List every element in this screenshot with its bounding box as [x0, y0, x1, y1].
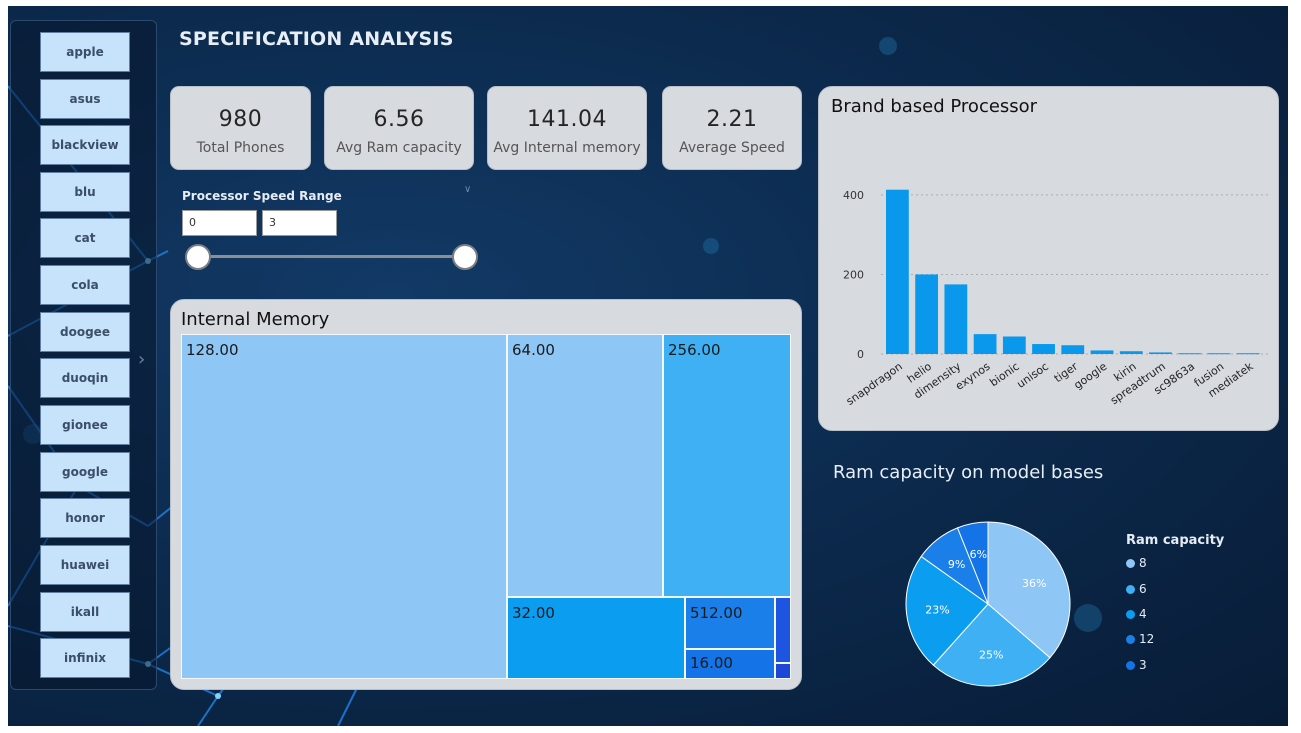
brand-button-cat[interactable]: cat [40, 218, 130, 258]
legend-dot [1126, 660, 1135, 670]
legend-item[interactable]: 6 [1126, 582, 1147, 596]
kpi-value: 980 [218, 107, 263, 132]
brand-button-gionee[interactable]: gionee [40, 405, 130, 445]
treemap-tile-16[interactable]: 16.00 [685, 649, 775, 679]
bar-unisoc[interactable] [1032, 344, 1055, 354]
chevron-right-icon[interactable]: › [138, 349, 145, 370]
legend-item[interactable]: 8 [1126, 556, 1147, 570]
internal-memory-treemap: 128.00 64.00 256.00 32.00 512.00 16.00 [181, 334, 791, 679]
bar-exynos[interactable] [973, 334, 997, 354]
kpi-label: Average Speed [679, 140, 785, 156]
ram-capacity-pie: 36% 25% 23% 9% 6% [905, 521, 1071, 687]
tile-label: 512.00 [690, 604, 743, 622]
brand-button-ikall[interactable]: ikall [40, 592, 130, 632]
internal-memory-title: Internal Memory [181, 309, 330, 330]
brand-processor-chart: 0200400snapdragon heliodimensityexynosbio… [843, 189, 1269, 408]
kpi-card-average-speed: 2.21 Average Speed [662, 86, 802, 170]
brand-button-blackview[interactable]: blackview [40, 125, 130, 165]
brand-button-cola[interactable]: cola [40, 265, 130, 305]
tile-label: 32.00 [512, 604, 555, 622]
y-tick-label: 0 [857, 348, 864, 361]
legend-dot [1126, 609, 1135, 619]
legend-item[interactable]: 12 [1126, 632, 1154, 646]
y-tick-label: 200 [843, 268, 864, 281]
brand-button-duoqin[interactable]: duoqin [40, 358, 130, 398]
brand-button-doogee[interactable]: doogee [40, 312, 130, 352]
ram-pie-title: Ram capacity on model bases [833, 462, 1104, 483]
kpi-value: 141.04 [527, 107, 607, 132]
bar-fusion[interactable] [1207, 353, 1231, 355]
page-title: SPECIFICATION ANALYSIS [179, 28, 454, 50]
tile-label: 256.00 [668, 341, 721, 359]
tile-label: 16.00 [690, 654, 733, 672]
legend-item[interactable]: 3 [1126, 658, 1147, 672]
brand-button-asus[interactable]: asus [40, 79, 130, 119]
kpi-value: 6.56 [373, 107, 425, 132]
treemap-tile-64[interactable]: 64.00 [507, 334, 663, 597]
x-tick-label: google [1071, 360, 1109, 392]
treemap-tile-256[interactable]: 256.00 [663, 334, 791, 597]
x-tick-label: snapdragon [844, 360, 905, 408]
kpi-card-avg-ram: 6.56 Avg Ram capacity [324, 86, 474, 170]
kpi-label: Avg Internal memory [493, 140, 641, 156]
kpi-card-avg-internal-memory: 141.04 Avg Internal memory [487, 86, 647, 170]
range-max-input[interactable]: 3 [262, 210, 337, 236]
y-tick-label: 400 [843, 189, 864, 202]
brand-slicer: apple asus blackview blu cat cola doogee… [10, 20, 157, 690]
dashboard-canvas: apple asus blackview blu cat cola doogee… [8, 6, 1288, 726]
bar-tiger[interactable] [1061, 345, 1085, 354]
x-tick-label: unisoc [1014, 360, 1051, 391]
kpi-value: 2.21 [706, 107, 758, 132]
tile-label: 64.00 [512, 341, 555, 359]
kpi-card-total-phones: 980 Total Phones [170, 86, 311, 170]
bar-snapdragon[interactable] [886, 189, 909, 354]
brand-button-blu[interactable]: blu [40, 172, 130, 212]
legend-item[interactable]: 4 [1126, 607, 1147, 621]
pie-slice-label: 36% [1022, 577, 1046, 590]
pie-slice-label: 25% [979, 649, 1003, 662]
pie-slice-label: 9% [948, 558, 965, 571]
legend-dot [1126, 584, 1135, 594]
chevron-down-icon[interactable]: ∨ [464, 184, 471, 195]
brand-button-google[interactable]: google [40, 452, 130, 492]
kpi-label: Total Phones [196, 140, 285, 156]
legend-label: 6 [1139, 582, 1147, 596]
range-max-handle[interactable] [452, 244, 478, 270]
bar-dimensity[interactable] [944, 284, 968, 354]
bar-google[interactable] [1090, 350, 1114, 354]
bar-kirin[interactable] [1119, 351, 1143, 354]
range-min-handle[interactable] [185, 244, 211, 270]
treemap-tile-small-a[interactable] [775, 597, 791, 663]
legend-label: 12 [1139, 632, 1155, 646]
treemap-tile-128[interactable]: 128.00 [181, 334, 507, 679]
brand-button-apple[interactable]: apple [40, 32, 130, 72]
bar-sc9863a[interactable] [1178, 353, 1202, 355]
brand-button-huawei[interactable]: huawei [40, 545, 130, 585]
kpi-label: Avg Ram capacity [336, 140, 462, 156]
brand-button-infinix[interactable]: infinix [40, 638, 130, 678]
pie-slice-label: 23% [925, 604, 949, 617]
tile-label: 128.00 [186, 341, 239, 359]
treemap-tile-512[interactable]: 512.00 [685, 597, 775, 649]
treemap-tile-32[interactable]: 32.00 [507, 597, 685, 679]
pie-slice-label: 6% [970, 548, 987, 561]
legend-label: 3 [1139, 658, 1147, 672]
legend-title: Ram capacity [1126, 533, 1225, 548]
brand-button-honor[interactable]: honor [40, 498, 130, 538]
bar-bionic[interactable] [1002, 336, 1026, 354]
range-min-input[interactable]: 0 [182, 210, 257, 236]
speed-range-title: Processor Speed Range [182, 189, 342, 203]
legend-dot [1126, 634, 1135, 644]
bar-mediatek[interactable] [1236, 353, 1260, 355]
bar-helio[interactable] [915, 274, 939, 354]
legend-label: 8 [1139, 556, 1147, 570]
legend-label: 4 [1139, 607, 1147, 621]
legend-dot [1126, 558, 1135, 568]
range-slider-track[interactable] [198, 255, 466, 258]
bar-spreadtrum[interactable] [1149, 352, 1172, 354]
brand-processor-panel: Brand based Processor 0 200 400 snapdragon h… [818, 86, 1279, 431]
treemap-tile-small-b[interactable] [775, 663, 791, 679]
internal-memory-panel: Internal Memory 128.00 64.00 256.00 32.0… [170, 299, 802, 690]
